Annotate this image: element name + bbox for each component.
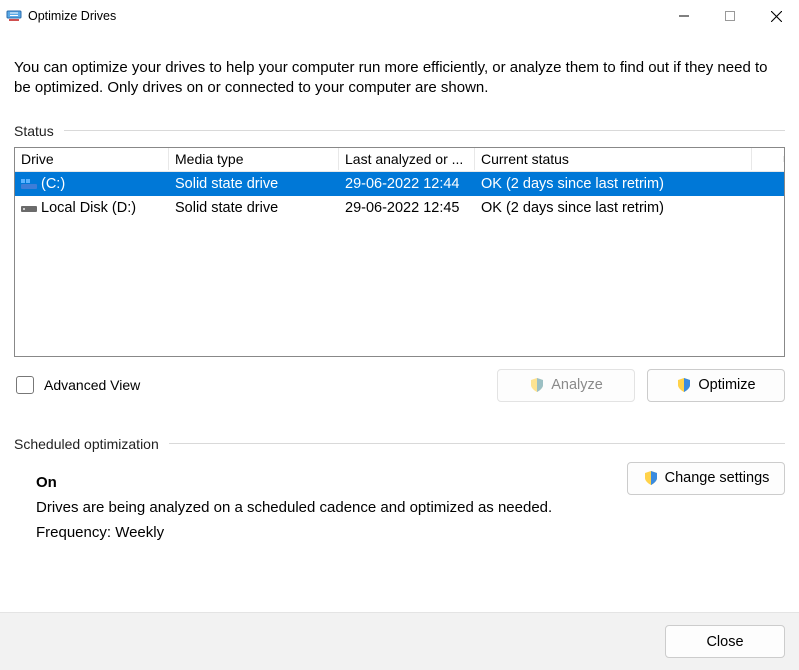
drive-c-icon xyxy=(21,178,37,190)
description-text: You can optimize your drives to help you… xyxy=(14,58,785,99)
analyze-button-label: Analyze xyxy=(551,377,603,393)
drives-list[interactable]: Drive Media type Last analyzed or ... Cu… xyxy=(14,147,785,357)
minimize-button[interactable] xyxy=(661,0,707,32)
scheduled-frequency: Frequency: Weekly xyxy=(36,524,552,541)
drive-last: 29-06-2022 12:45 xyxy=(339,198,475,218)
drive-name: (C:) xyxy=(41,176,65,192)
optimize-button[interactable]: Optimize xyxy=(647,369,785,402)
change-settings-label: Change settings xyxy=(665,470,770,486)
maximize-button[interactable] xyxy=(707,0,753,32)
analyze-button[interactable]: Analyze xyxy=(497,369,635,402)
change-settings-button[interactable]: Change settings xyxy=(627,462,785,495)
shield-icon xyxy=(529,377,545,393)
window-title: Optimize Drives xyxy=(28,9,116,23)
col-last-analyzed[interactable]: Last analyzed or ... xyxy=(339,148,475,170)
footer-bar: Close xyxy=(0,612,799,670)
shield-icon xyxy=(643,470,659,486)
col-scroll-spacer xyxy=(752,156,784,162)
divider xyxy=(169,443,785,444)
shield-icon xyxy=(676,377,692,393)
drives-list-header[interactable]: Drive Media type Last analyzed or ... Cu… xyxy=(15,148,784,172)
app-icon xyxy=(6,8,22,24)
title-bar: Optimize Drives xyxy=(0,0,799,32)
drive-row[interactable]: Local Disk (D:) Solid state drive 29-06-… xyxy=(15,196,784,220)
scheduled-group-label: Scheduled optimization xyxy=(14,436,169,452)
drive-status: OK (2 days since last retrim) xyxy=(475,174,752,194)
status-group-label: Status xyxy=(14,123,64,139)
drive-name: Local Disk (D:) xyxy=(41,200,136,216)
col-current-status[interactable]: Current status xyxy=(475,148,752,170)
divider xyxy=(64,130,785,131)
drive-row[interactable]: (C:) Solid state drive 29-06-2022 12:44 … xyxy=(15,172,784,196)
drive-media: Solid state drive xyxy=(169,198,339,218)
drive-status: OK (2 days since last retrim) xyxy=(475,198,752,218)
col-media-type[interactable]: Media type xyxy=(169,148,339,170)
advanced-view-label: Advanced View xyxy=(44,377,140,393)
close-button[interactable]: Close xyxy=(665,625,785,658)
scheduled-description: Drives are being analyzed on a scheduled… xyxy=(36,499,552,516)
drive-media: Solid state drive xyxy=(169,174,339,194)
scheduled-state: On xyxy=(36,474,552,491)
drive-last: 29-06-2022 12:44 xyxy=(339,174,475,194)
col-drive[interactable]: Drive xyxy=(15,148,169,170)
close-button-label: Close xyxy=(706,634,743,650)
optimize-button-label: Optimize xyxy=(698,377,755,393)
advanced-view-checkbox[interactable] xyxy=(16,376,34,394)
drive-d-icon xyxy=(21,202,37,214)
close-window-button[interactable] xyxy=(753,0,799,32)
